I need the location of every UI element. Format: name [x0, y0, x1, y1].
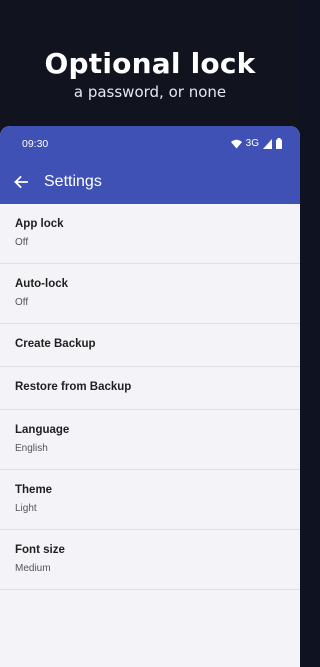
setting-value: Light — [15, 503, 37, 514]
setting-value: Medium — [15, 563, 51, 574]
network-type: 3G — [245, 137, 259, 149]
setting-title: Auto-lock — [15, 278, 69, 290]
setting-value: Off — [15, 237, 29, 248]
setting-title: Font size — [15, 544, 65, 556]
setting-value: Off — [15, 297, 29, 308]
setting-language[interactable]: Language English — [0, 410, 300, 470]
status-icons: 3G — [230, 137, 282, 149]
setting-title: App lock — [15, 218, 64, 230]
setting-title: Create Backup — [15, 338, 96, 350]
status-time: 09:30 — [22, 138, 49, 150]
setting-create-backup[interactable]: Create Backup — [0, 324, 300, 367]
wifi-icon — [230, 134, 242, 153]
promo-title: Optional lock — [44, 47, 256, 80]
signal-icon — [263, 134, 272, 153]
setting-auto-lock[interactable]: Auto-lock Off — [0, 264, 300, 324]
phone-screen: 09:30 3G Settings App lock Off Auto-lock… — [0, 126, 300, 667]
arrow-left-icon[interactable] — [12, 173, 30, 191]
setting-app-lock[interactable]: App lock Off — [0, 204, 300, 264]
setting-title: Restore from Backup — [15, 381, 132, 393]
setting-title: Language — [15, 424, 70, 436]
setting-restore-backup[interactable]: Restore from Backup — [0, 367, 300, 410]
settings-list: App lock Off Auto-lock Off Create Backup… — [0, 204, 300, 590]
promo-subtitle: a password, or none — [73, 83, 227, 101]
setting-value: English — [15, 443, 48, 454]
page-title: Settings — [44, 173, 102, 190]
status-bar: 09:30 3G — [0, 126, 300, 160]
setting-title: Theme — [15, 484, 53, 496]
setting-font-size[interactable]: Font size Medium — [0, 530, 300, 590]
setting-theme[interactable]: Theme Light — [0, 470, 300, 530]
battery-icon — [276, 134, 282, 153]
app-bar: Settings — [0, 160, 300, 204]
promo-banner: Optional lock a password, or none — [0, 0, 300, 140]
